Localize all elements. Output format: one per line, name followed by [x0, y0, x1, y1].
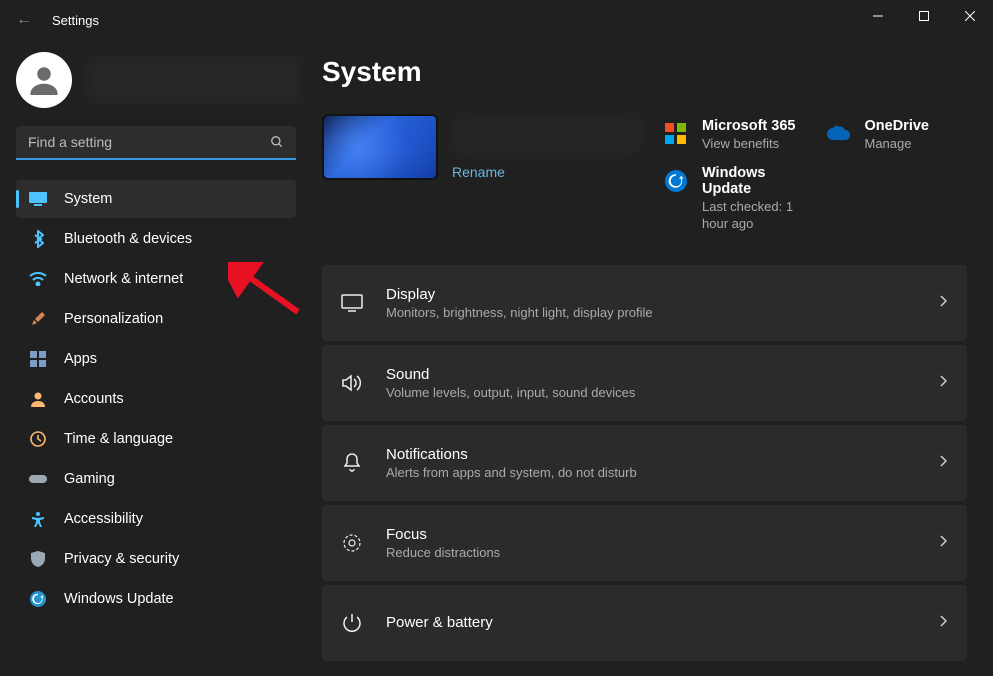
nav-label: Bluetooth & devices — [64, 231, 192, 247]
main-content: System Rename Microsoft 365 View benefit… — [310, 40, 993, 676]
nav-label: System — [64, 191, 112, 207]
apps-icon — [28, 349, 48, 369]
nav-label: Time & language — [64, 431, 173, 447]
card-title: Microsoft 365 — [702, 118, 805, 134]
window-controls — [855, 0, 993, 32]
nav-label: Gaming — [64, 471, 115, 487]
card-title: OneDrive — [865, 118, 968, 134]
user-info-redacted — [86, 56, 302, 104]
settings-item-power-battery[interactable]: Power & battery — [322, 585, 967, 661]
nav-label: Apps — [64, 351, 97, 367]
device-name-redacted — [452, 114, 642, 154]
item-title: Notifications — [386, 446, 939, 463]
nav-label: Privacy & security — [64, 551, 179, 567]
card-ms365[interactable]: Microsoft 365 View benefits — [662, 114, 805, 157]
card-onedrive[interactable]: OneDrive Manage — [825, 114, 968, 157]
bluetooth-icon — [28, 229, 48, 249]
display-icon — [340, 294, 364, 312]
clock-icon — [28, 429, 48, 449]
device-column: Rename — [322, 114, 642, 237]
chevron-right-icon — [939, 374, 947, 392]
wifi-icon — [28, 269, 48, 289]
display-icon — [28, 189, 48, 209]
chevron-right-icon — [939, 454, 947, 472]
device-image — [322, 114, 438, 180]
sound-icon — [340, 374, 364, 392]
settings-item-display[interactable]: Display Monitors, brightness, night light… — [322, 265, 967, 341]
item-sub: Monitors, brightness, night light, displ… — [386, 305, 939, 320]
settings-item-focus[interactable]: Focus Reduce distractions — [322, 505, 967, 581]
nav-label: Accounts — [64, 391, 124, 407]
nav-label: Accessibility — [64, 511, 143, 527]
nav-item-accessibility[interactable]: Accessibility — [16, 500, 296, 538]
nav-label: Windows Update — [64, 591, 174, 607]
nav-item-bluetooth-devices[interactable]: Bluetooth & devices — [16, 220, 296, 258]
update-icon — [662, 167, 690, 195]
nav-item-accounts[interactable]: Accounts — [16, 380, 296, 418]
item-title: Focus — [386, 526, 939, 543]
back-button[interactable]: ← — [16, 11, 32, 29]
shield-icon — [28, 549, 48, 569]
nav-label: Network & internet — [64, 271, 183, 287]
item-title: Display — [386, 286, 939, 303]
bell-icon — [340, 453, 364, 473]
search-icon — [270, 135, 284, 152]
nav-item-system[interactable]: System — [16, 180, 296, 218]
nav-item-windows-update[interactable]: Windows Update — [16, 580, 296, 618]
page-title: System — [322, 56, 967, 88]
item-sub: Volume levels, output, input, sound devi… — [386, 385, 939, 400]
ms365-icon — [662, 120, 690, 148]
power-icon — [340, 613, 364, 633]
maximize-button[interactable] — [901, 0, 947, 32]
focus-icon — [340, 533, 364, 553]
sidebar: System Bluetooth & devices Network & inter… — [0, 40, 310, 676]
item-title: Sound — [386, 366, 939, 383]
accessibility-icon — [28, 509, 48, 529]
close-button[interactable] — [947, 0, 993, 32]
chevron-right-icon — [939, 534, 947, 552]
card-sub: Last checked: 1 hour ago — [702, 199, 805, 233]
card-windows-update[interactable]: Windows Update Last checked: 1 hour ago — [662, 161, 805, 237]
settings-list: Display Monitors, brightness, night light… — [322, 265, 967, 661]
item-sub: Reduce distractions — [386, 545, 939, 560]
user-block[interactable] — [16, 52, 302, 108]
onedrive-icon — [825, 120, 853, 148]
nav-item-apps[interactable]: Apps — [16, 340, 296, 378]
nav-list: System Bluetooth & devices Network & inter… — [16, 180, 296, 618]
update-icon — [28, 589, 48, 609]
info-cards: Microsoft 365 View benefits OneDrive Man… — [662, 114, 967, 237]
settings-item-notifications[interactable]: Notifications Alerts from apps and system… — [322, 425, 967, 501]
nav-item-gaming[interactable]: Gaming — [16, 460, 296, 498]
item-title: Power & battery — [386, 614, 939, 631]
settings-item-sound[interactable]: Sound Volume levels, output, input, sound… — [322, 345, 967, 421]
chevron-right-icon — [939, 614, 947, 632]
titlebar: ← Settings — [0, 0, 993, 40]
search-input[interactable] — [16, 126, 296, 160]
card-title: Windows Update — [702, 165, 805, 197]
person-icon — [28, 389, 48, 409]
gamepad-icon — [28, 469, 48, 489]
nav-item-privacy-security[interactable]: Privacy & security — [16, 540, 296, 578]
nav-item-network-internet[interactable]: Network & internet — [16, 260, 296, 298]
nav-label: Personalization — [64, 311, 163, 327]
item-sub: Alerts from apps and system, do not dist… — [386, 465, 939, 480]
nav-item-personalization[interactable]: Personalization — [16, 300, 296, 338]
search-field[interactable] — [16, 126, 296, 160]
hero: Rename Microsoft 365 View benefits — [322, 114, 967, 237]
card-sub: Manage — [865, 136, 968, 153]
minimize-button[interactable] — [855, 0, 901, 32]
window-title: Settings — [52, 13, 99, 28]
card-sub: View benefits — [702, 136, 805, 153]
chevron-right-icon — [939, 294, 947, 312]
nav-item-time-language[interactable]: Time & language — [16, 420, 296, 458]
brush-icon — [28, 309, 48, 329]
rename-link[interactable]: Rename — [452, 164, 505, 180]
avatar — [16, 52, 72, 108]
